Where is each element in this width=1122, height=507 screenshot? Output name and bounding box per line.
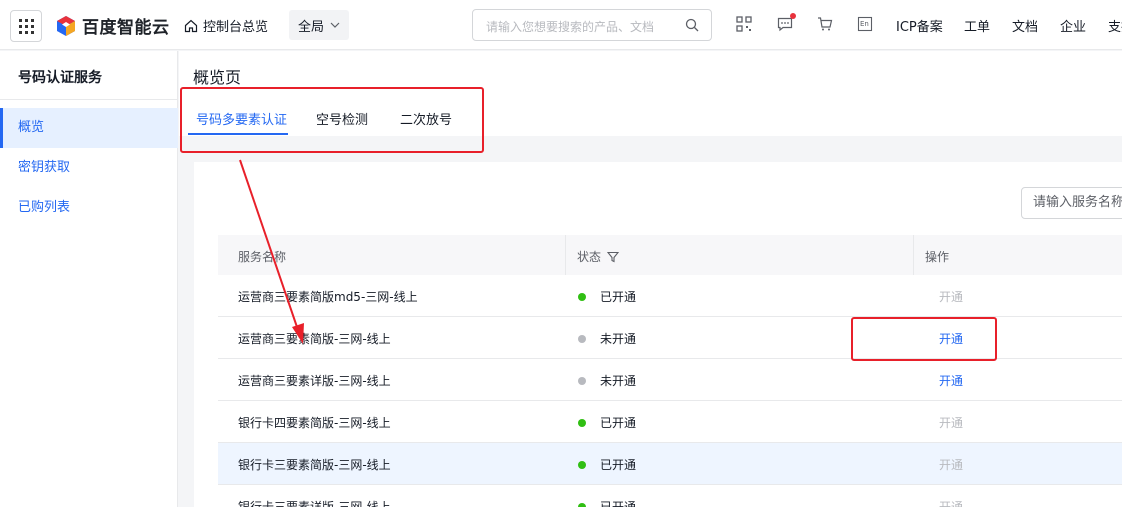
annotation-arrow-icon [239, 159, 304, 344]
